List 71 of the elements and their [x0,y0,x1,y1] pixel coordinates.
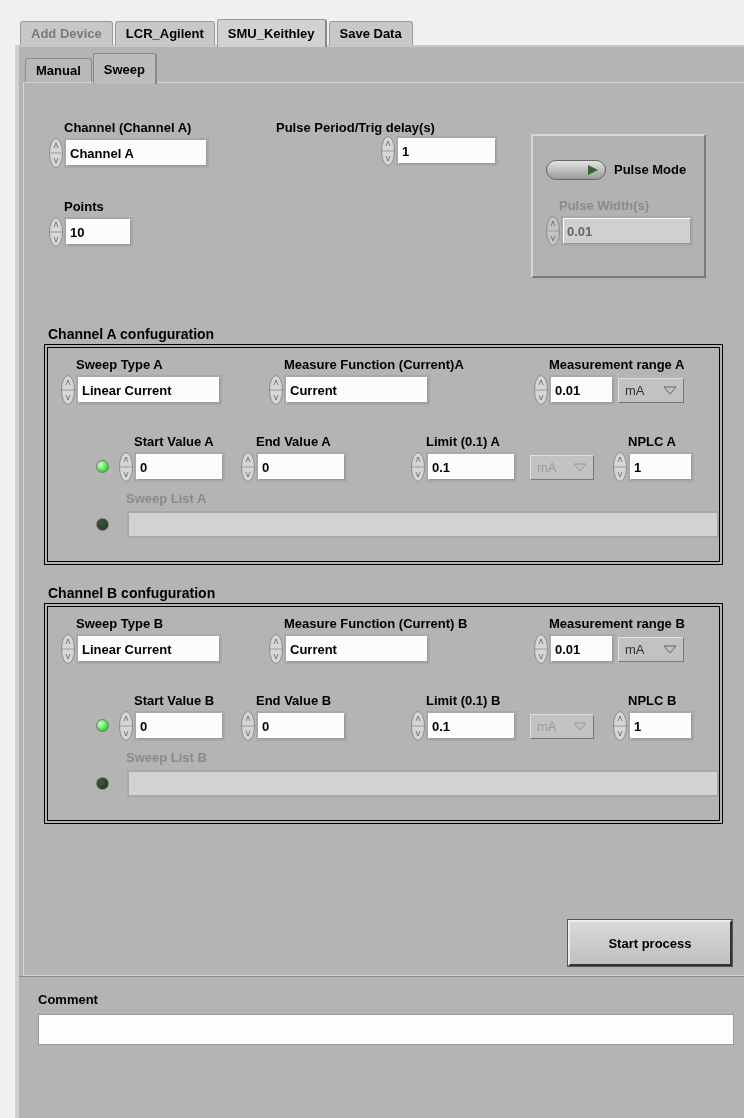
spinner-control[interactable] [241,711,255,741]
field-label: Start Value B [133,693,216,709]
spinner-control[interactable] [381,136,395,166]
spinner-control[interactable] [49,217,63,247]
field-label: Sweep Type A [75,357,164,373]
spinner-control[interactable] [49,138,63,168]
input-field[interactable]: 0 [136,454,223,480]
input-field[interactable]: 0.01 [551,636,613,662]
start-button[interactable]: Start process [568,920,732,966]
spinner-control[interactable] [546,216,560,246]
field-label: Start Value A [133,434,215,450]
input-field[interactable]: 1 [630,454,692,480]
field-label: Points [63,199,105,215]
input-field[interactable]: 10 [66,219,131,245]
spinner-control[interactable] [61,634,75,664]
field-label: Comment [38,992,99,1008]
input-field[interactable]: Current [286,377,428,403]
tab[interactable]: Save Data [328,21,413,45]
spinner-control[interactable] [119,452,133,482]
input-field[interactable]: Linear Current [78,377,220,403]
comment-field[interactable] [38,1014,734,1045]
input-field[interactable]: 0.1 [428,454,515,480]
spinner-control[interactable] [411,452,425,482]
toggle-switch[interactable] [546,160,606,180]
tab[interactable]: SMU_Keithley [216,19,327,47]
caret-icon [573,462,587,472]
spinner-control[interactable] [613,711,627,741]
input-field[interactable]: Linear Current [78,636,220,662]
field-label: Measure Function (Current) B [283,616,469,632]
spinner-control[interactable] [119,711,133,741]
spinner-control[interactable] [534,634,548,664]
input-field[interactable]: 0.1 [428,713,515,739]
spinner-control[interactable] [411,711,425,741]
switch-label: Pulse Mode [614,162,687,178]
field-label: NPLC A [627,434,677,450]
section-title: Channel B confuguration [48,585,217,601]
spinner-control[interactable] [61,375,75,405]
tab[interactable]: LCR_Agilent [114,21,215,45]
input-field[interactable]: 1 [398,138,496,164]
field-label: Measure Function (Current)A [283,357,465,373]
field-label: Measurement range A [548,357,685,373]
field-label: Limit (0.1) B [425,693,502,709]
field-label: Pulse Period/Trig delay(s) [276,120,436,136]
tab[interactable]: Sweep [92,53,157,84]
spinner-control[interactable] [613,452,627,482]
input-field[interactable]: Channel A [66,140,207,166]
spinner-control[interactable] [534,375,548,405]
input-field[interactable]: 0.01 [551,377,613,403]
input-field[interactable]: 0 [258,713,345,739]
spinner-control[interactable] [269,375,283,405]
field-label: End Value B [255,693,333,709]
input-field[interactable]: Current [286,636,428,662]
tab[interactable]: Manual [25,58,92,82]
input-field[interactable]: 0 [258,454,345,480]
triangle-icon [587,164,599,176]
field-label: Channel (Channel A) [63,120,193,136]
spinner-control[interactable] [241,452,255,482]
unit-dropdown[interactable]: mA [618,377,684,403]
caret-icon [573,721,587,731]
field-label: Measurement range B [548,616,685,632]
caret-icon [663,385,677,395]
unit-dropdown[interactable]: mA [618,636,684,662]
field-label: Limit (0.1) A [425,434,501,450]
spinner-control[interactable] [269,634,283,664]
field-label: Sweep Type B [75,616,165,632]
field-label: NPLC B [627,693,678,709]
input-field[interactable]: 0 [136,713,223,739]
field-label: End Value A [255,434,332,450]
section-title: Channel A confuguration [48,326,216,342]
caret-icon [663,644,677,654]
input-field[interactable]: 1 [630,713,692,739]
